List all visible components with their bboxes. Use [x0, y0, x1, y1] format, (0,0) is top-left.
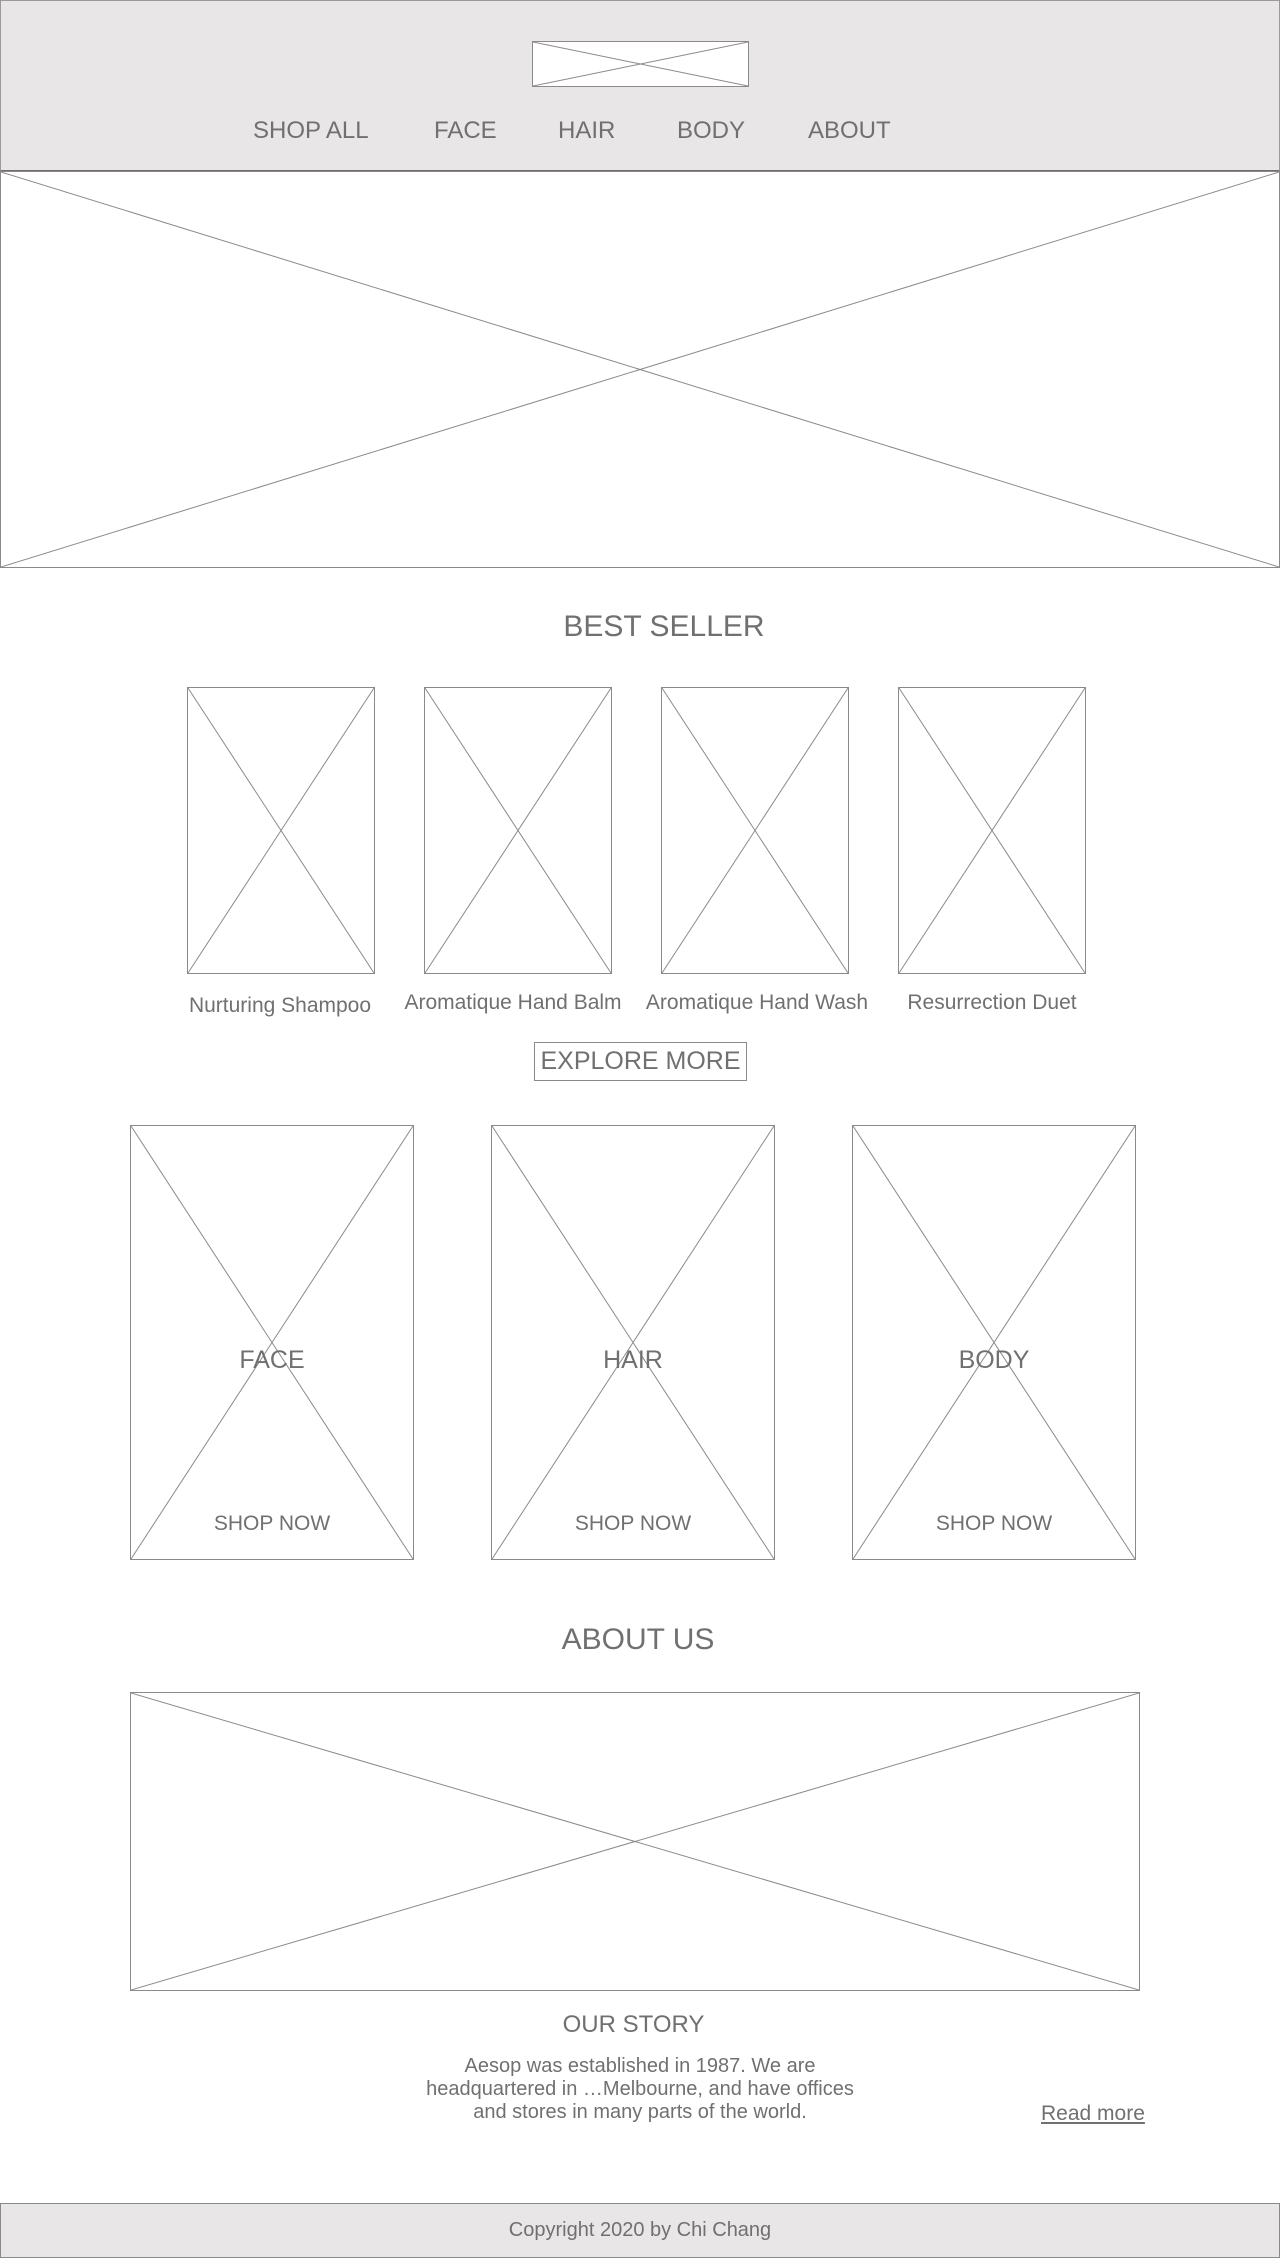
site-footer: Copyright 2020 by Chi Chang	[0, 2203, 1280, 2258]
best-seller-title: BEST SELLER	[563, 610, 765, 643]
shop-now-link[interactable]: SHOP NOW	[492, 1512, 774, 1536]
copyright-text: Copyright 2020 by Chi Chang	[508, 2219, 772, 2241]
placeholder-cross	[425, 688, 611, 973]
nav-hair[interactable]: HAIR	[558, 117, 615, 145]
category-card-face[interactable]: FACE SHOP NOW	[130, 1125, 414, 1560]
placeholder-cross	[131, 1693, 1139, 1990]
about-us-title: ABOUT US	[561, 1623, 715, 1656]
story-line: headquartered in …Melbourne, and have of…	[426, 2078, 854, 2100]
placeholder-cross	[662, 688, 848, 973]
story-line: Aesop was established in 1987. We are	[464, 2055, 816, 2077]
placeholder-cross	[899, 688, 1085, 973]
category-label: HAIR	[603, 1346, 663, 1374]
shop-now-link[interactable]: SHOP NOW	[131, 1512, 413, 1536]
placeholder-cross	[1, 172, 1279, 567]
placeholder-cross	[533, 42, 748, 86]
product-name[interactable]: Aromatique Hand Balm	[393, 991, 633, 1015]
product-image-placeholder[interactable]	[898, 687, 1086, 974]
placeholder-cross	[853, 1126, 1135, 1559]
category-card-body[interactable]: BODY SHOP NOW	[852, 1125, 1136, 1560]
nav-face[interactable]: FACE	[434, 117, 497, 145]
product-image-placeholder[interactable]	[424, 687, 612, 974]
product-image-placeholder[interactable]	[661, 687, 849, 974]
site-header: SHOP ALL FACE HAIR BODY ABOUT	[0, 0, 1280, 171]
placeholder-cross	[492, 1126, 774, 1559]
nav-body[interactable]: BODY	[677, 117, 745, 145]
nav-shop-all[interactable]: SHOP ALL	[253, 117, 369, 145]
about-image-placeholder	[130, 1692, 1140, 1991]
product-name[interactable]: Nurturing Shampoo	[160, 994, 400, 1018]
read-more-link[interactable]: Read more	[1041, 2102, 1145, 2126]
nav-about[interactable]: ABOUT	[808, 117, 891, 145]
logo-placeholder[interactable]	[532, 41, 749, 87]
explore-more-button[interactable]: EXPLORE MORE	[534, 1042, 747, 1081]
story-line: and stores in many parts of the world.	[473, 2101, 807, 2123]
hero-image-placeholder	[0, 171, 1280, 568]
story-paragraph: Aesop was established in 1987. We are he…	[420, 2055, 860, 2124]
shop-now-link[interactable]: SHOP NOW	[853, 1512, 1135, 1536]
our-story-title: OUR STORY	[562, 2011, 705, 2038]
product-name[interactable]: Resurrection Duet	[872, 991, 1112, 1015]
category-card-hair[interactable]: HAIR SHOP NOW	[491, 1125, 775, 1560]
category-label: FACE	[239, 1346, 305, 1374]
product-image-placeholder[interactable]	[187, 687, 375, 974]
placeholder-cross	[131, 1126, 413, 1559]
product-name[interactable]: Aromatique Hand Wash	[637, 991, 877, 1015]
category-label: BODY	[958, 1346, 1030, 1374]
placeholder-cross	[188, 688, 374, 973]
